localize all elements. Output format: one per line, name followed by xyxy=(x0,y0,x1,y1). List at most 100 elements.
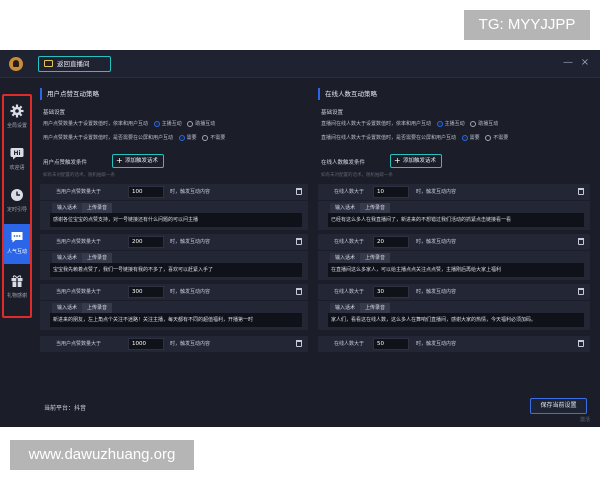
sidebar-label: 人气互动 xyxy=(6,249,27,255)
tab-upload-audio[interactable]: 上传录音 xyxy=(360,303,391,313)
minimize-icon[interactable]: — xyxy=(562,57,574,69)
sidebar-label: 定时引导 xyxy=(6,207,27,213)
add-trigger-script-button[interactable]: + 添加触发话术 xyxy=(390,154,442,168)
trash-icon[interactable] xyxy=(578,238,584,245)
tab-input-script[interactable]: 输入话术 xyxy=(330,303,361,313)
host-interact-radio[interactable] xyxy=(153,120,160,127)
title-bar: 返回直播间 — × xyxy=(0,50,600,78)
trash-icon[interactable] xyxy=(578,340,584,347)
option-label: 用户点赞数量大于设置数值时，是否需要在公屏和用户互动 xyxy=(43,135,174,141)
radio-label: 需要 xyxy=(186,135,197,141)
trigger-condition-label: 用户点赞触发条件 xyxy=(43,160,88,166)
option-label: 直播间在线人数大于设置数值时，是否需要在公屏和用户互动 xyxy=(321,135,457,141)
threshold-input[interactable]: 200 xyxy=(128,236,164,248)
rule-list: 在线人数大于 10 时，触发互动内容 输入话术 上传录音 已经有这么多人在我直播… xyxy=(318,184,590,352)
script-textarea[interactable]: 家人们，看看这在线人数，这么多人在舞响们直播间，感谢大家的热情，今天福利必须加码… xyxy=(328,313,584,327)
watermark-bottom: www.dawuzhuang.org xyxy=(10,440,194,470)
response-block: 输入话术 上传录音 在直播间这么多家人，可以给主播点点关注点点赞，主播刚后再给大… xyxy=(318,250,590,280)
script-textarea[interactable]: 在直播间这么多家人，可以给主播点点关注点点赞，主播刚后再给大家上福利 xyxy=(328,263,584,277)
tab-input-script[interactable]: 输入话术 xyxy=(330,253,361,263)
gift-icon xyxy=(11,275,23,287)
trash-icon[interactable] xyxy=(296,340,302,347)
sidebar-item-global-settings[interactable]: 全局设置 xyxy=(4,98,30,138)
basic-settings-title: 基础设置 xyxy=(321,110,344,116)
script-textarea[interactable]: 已经有这么多人在我直播间了，新进来的不想错过我们活动的抓紧点击链接看一看 xyxy=(328,213,584,227)
host-interact-radio[interactable] xyxy=(436,120,443,127)
trash-icon[interactable] xyxy=(296,238,302,245)
rule-row: 在线人数大于 30 时，触发互动内容 xyxy=(318,284,590,300)
sidebar-item-timed-guide[interactable]: 定时引导 xyxy=(4,182,30,222)
rule-list: 当用户点赞数量大于 100 时，触发互动内容 输入话术 上传录音 感谢各位宝宝的… xyxy=(40,184,308,352)
need-radio[interactable] xyxy=(178,134,185,141)
add-trigger-script-button[interactable]: + 添加触发话术 xyxy=(112,154,164,168)
option-label: 用户点赞数量大于设置数值时，依率和用户互动 xyxy=(43,121,149,127)
trigger-condition-bar: 用户点赞触发条件 + 添加触发话术 xyxy=(40,154,308,168)
tab-input-script[interactable]: 输入话术 xyxy=(52,203,83,213)
radio-label: 不需要 xyxy=(210,135,226,141)
tab-upload-audio[interactable]: 上传录音 xyxy=(82,253,113,263)
public-screen-row: 用户点赞数量大于设置数值时，是否需要在公屏和用户互动 需要 不需要 xyxy=(40,134,308,144)
trash-icon[interactable] xyxy=(578,188,584,195)
rule-prefix: 当用户点赞数量大于 xyxy=(56,189,102,195)
radio-label: 不需要 xyxy=(493,135,509,141)
trash-icon[interactable] xyxy=(578,288,584,295)
response-block: 输入话术 上传录音 家人们，看看这在线人数，这么多人在舞响们直播间，感谢大家的热… xyxy=(318,300,590,330)
response-block: 输入话术 上传录音 宝宝我先赖着点赞了，我们一号链接有我的不多了，喜欢可以赶紧入… xyxy=(40,250,308,280)
threshold-input[interactable]: 300 xyxy=(128,286,164,298)
rule-prefix: 当用户点赞数量大于 xyxy=(56,341,102,347)
not-need-radio[interactable] xyxy=(485,134,492,141)
tab-input-script[interactable]: 输入话术 xyxy=(52,303,83,313)
sidebar-item-welcome[interactable]: Hi 欢迎语 xyxy=(4,140,30,180)
close-icon[interactable]: × xyxy=(579,57,591,69)
radio-label: 助播互动 xyxy=(195,121,216,127)
threshold-input[interactable]: 10 xyxy=(373,186,409,198)
rule-suffix: 时，触发互动内容 xyxy=(416,239,457,245)
assistant-interact-radio[interactable] xyxy=(470,120,477,127)
hint-text: 如有未对配置的话术，随机抽取一条 xyxy=(43,173,115,178)
threshold-input[interactable]: 100 xyxy=(128,186,164,198)
threshold-input[interactable]: 50 xyxy=(373,338,409,350)
hi-icon: Hi xyxy=(10,148,24,160)
rule-prefix: 当用户点赞数量大于 xyxy=(56,289,102,295)
trash-icon[interactable] xyxy=(296,288,302,295)
threshold-input[interactable]: 20 xyxy=(373,236,409,248)
threshold-input[interactable]: 1000 xyxy=(128,338,164,350)
add-trigger-label: 添加触发话术 xyxy=(403,158,437,164)
save-settings-button[interactable]: 保存当前设置 xyxy=(530,398,587,414)
radio-label: 助播互动 xyxy=(478,121,499,127)
script-textarea[interactable]: 感谢各位宝宝的点赞支持，对一号链接还有什么问题的可以问主播 xyxy=(50,213,302,227)
sidebar-item-popularity[interactable]: 人气互动 xyxy=(4,224,30,264)
back-to-live-label: 返回直播间 xyxy=(57,60,90,68)
rule-prefix: 在线人数大于 xyxy=(334,341,365,347)
tab-upload-audio[interactable]: 上传录音 xyxy=(360,203,391,213)
sidebar-item-gift-thanks[interactable]: 礼物感谢 xyxy=(4,268,30,308)
plus-icon: + xyxy=(394,156,401,165)
trash-icon[interactable] xyxy=(296,188,302,195)
add-trigger-label: 添加触发话术 xyxy=(125,158,159,164)
script-textarea[interactable]: 新进来的朋友，左上角点个关注不迷路！关注主播，每天都有不同的超值福利，开播第一时 xyxy=(50,313,302,327)
script-textarea[interactable]: 宝宝我先赖着点赞了，我们一号链接有我的不多了，喜欢可以赶紧入手了 xyxy=(50,263,302,277)
tab-input-script[interactable]: 输入话术 xyxy=(52,253,83,263)
clock-icon xyxy=(11,189,23,201)
activate-label: 激活 xyxy=(580,417,591,423)
rule-row: 当用户点赞数量大于 100 时，触发互动内容 xyxy=(40,184,308,200)
tab-upload-audio[interactable]: 上传录音 xyxy=(82,203,113,213)
watermark-top: TG: MYYJJPP xyxy=(464,10,590,40)
rule-suffix: 时，触发互动内容 xyxy=(170,341,211,347)
sidebar: 全局设置 Hi 欢迎语 定时引导 人气互动 礼物感谢 xyxy=(2,94,32,318)
tab-input-script[interactable]: 输入话术 xyxy=(330,203,361,213)
back-to-live-button[interactable]: 返回直播间 xyxy=(38,56,111,72)
rule-row: 在线人数大于 50 时，触发互动内容 xyxy=(318,336,590,352)
public-screen-row: 直播间在线人数大于设置数值时，是否需要在公屏和用户互动 需要 不需要 xyxy=(318,134,590,144)
tab-upload-audio[interactable]: 上传录音 xyxy=(360,253,391,263)
assistant-interact-radio[interactable] xyxy=(187,120,194,127)
hint-text: 如有未对配置的话术，随机抽取一条 xyxy=(321,173,393,178)
tab-upload-audio[interactable]: 上传录音 xyxy=(82,303,113,313)
not-need-radio[interactable] xyxy=(202,134,209,141)
threshold-input[interactable]: 30 xyxy=(373,286,409,298)
need-radio[interactable] xyxy=(461,134,468,141)
sidebar-label: 全局设置 xyxy=(6,123,27,129)
app-logo-icon xyxy=(9,57,23,71)
radio-label: 主播互动 xyxy=(444,121,465,127)
rule-row: 当用户点赞数量大于 200 时，触发互动内容 xyxy=(40,234,308,250)
